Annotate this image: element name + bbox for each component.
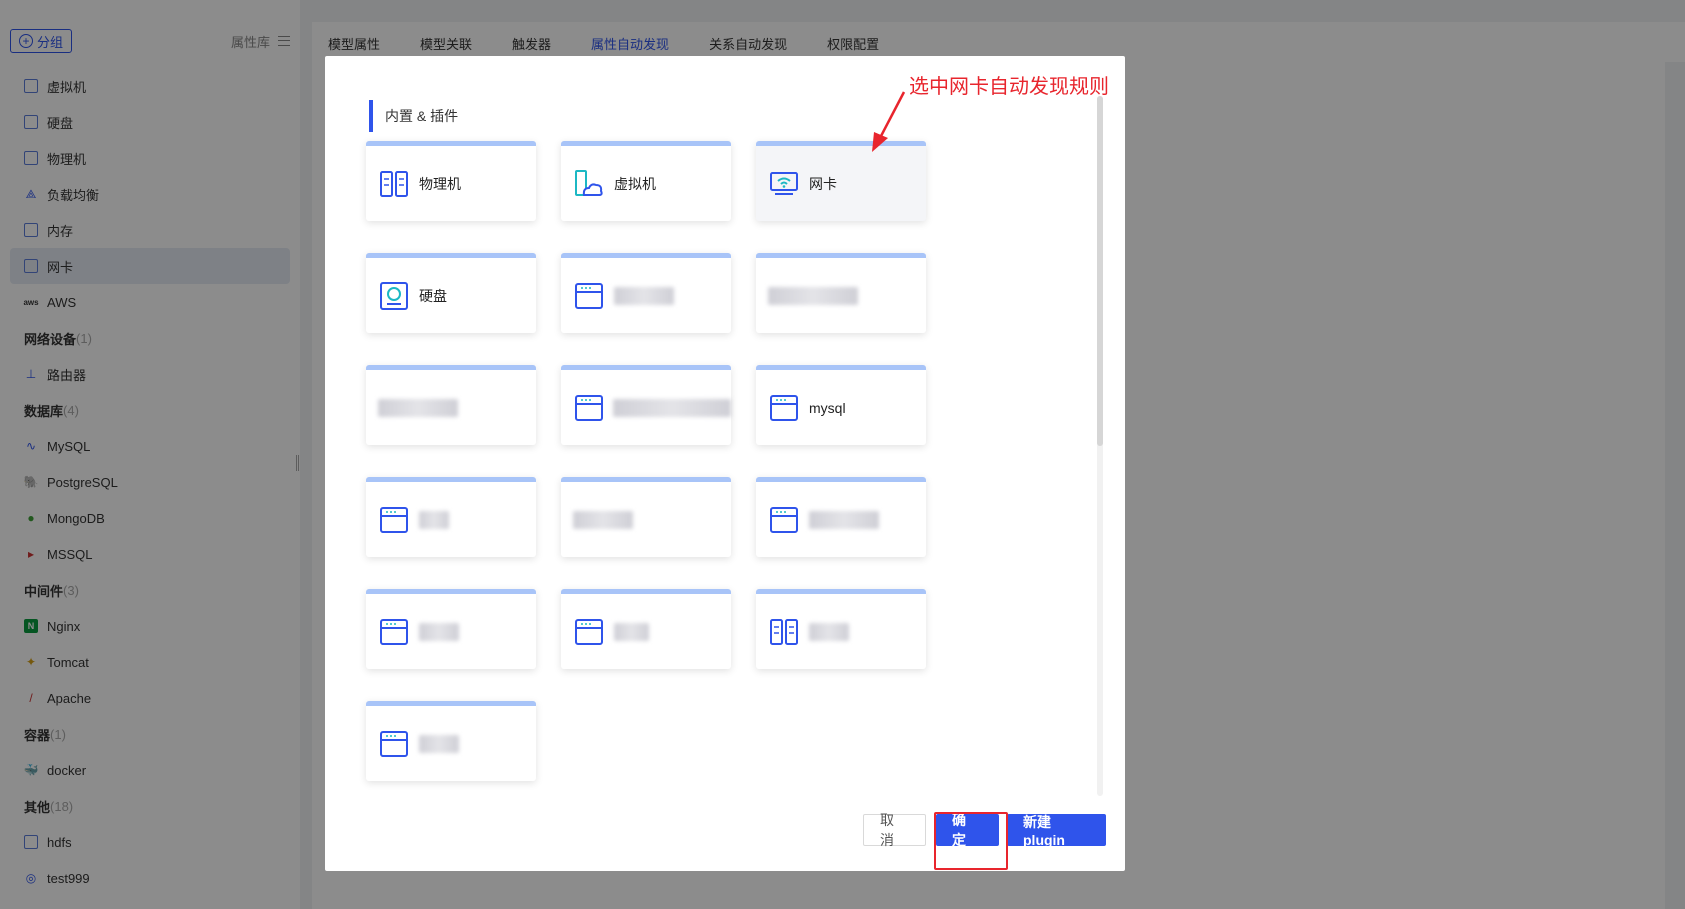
plugin-icon <box>573 280 605 312</box>
redacted-label <box>809 622 849 641</box>
plugin-card[interactable] <box>366 365 536 445</box>
plugin-card[interactable] <box>756 253 926 333</box>
plugin-card[interactable]: 物理机 <box>366 141 536 221</box>
plugin-card[interactable] <box>366 701 536 781</box>
physical-machine-icon <box>378 168 410 200</box>
scrollbar-thumb[interactable] <box>1097 96 1103 446</box>
redacted-label <box>419 510 449 529</box>
modal-body: 内置 & 插件 物理机 虚拟机 网卡硬盘 mysql <box>325 56 1125 798</box>
virtual-machine-icon <box>573 168 605 200</box>
plugin-card-label: 网卡 <box>809 175 837 192</box>
disk-icon <box>378 280 410 312</box>
plugin-card-label: 物理机 <box>419 175 461 192</box>
confirm-highlight-box <box>934 812 1008 870</box>
plugin-icon <box>378 616 410 648</box>
redacted-label <box>378 398 458 417</box>
redacted-label <box>768 286 858 305</box>
autodiscovery-modal: 内置 & 插件 物理机 虚拟机 网卡 硬盘 mysql 取消 确定 新建plugin <box>325 56 1125 871</box>
redacted-label <box>573 510 633 529</box>
section-title: 内置 & 插件 <box>369 100 458 132</box>
plugin-card[interactable] <box>561 365 731 445</box>
redacted-label <box>419 622 459 641</box>
plugin-card[interactable] <box>366 589 536 669</box>
plugin-icon <box>573 392 604 424</box>
annotation-arrow-icon <box>872 91 906 152</box>
plugin-card-label: 虚拟机 <box>614 175 656 192</box>
plugin-card-label: 硬盘 <box>419 287 447 304</box>
physical-machine-icon <box>768 616 800 648</box>
plugin-card[interactable] <box>561 477 731 557</box>
redacted-label <box>613 398 731 417</box>
redacted-label <box>614 286 674 305</box>
annotation-text: 选中网卡自动发现规则 <box>909 74 1109 98</box>
new-plugin-button[interactable]: 新建plugin <box>1007 814 1106 848</box>
plugin-card[interactable]: 虚拟机 <box>561 141 731 221</box>
plugin-card[interactable] <box>561 253 731 333</box>
plugin-card[interactable] <box>366 477 536 557</box>
modal-scrollbar[interactable] <box>1097 96 1103 796</box>
plugin-card-label: mysql <box>809 399 846 416</box>
cancel-button[interactable]: 取消 <box>863 812 926 848</box>
plugin-icon <box>573 616 605 648</box>
redacted-label <box>419 734 459 753</box>
plugin-card[interactable]: 硬盘 <box>366 253 536 333</box>
plugin-card[interactable] <box>756 477 926 557</box>
plugin-card[interactable]: mysql <box>756 365 926 445</box>
plugin-icon <box>768 504 800 536</box>
plugin-icon <box>378 504 410 536</box>
plugin-card[interactable] <box>756 589 926 669</box>
nic-icon <box>768 168 800 200</box>
redacted-label <box>614 622 649 641</box>
plugin-icon <box>378 728 410 760</box>
redacted-label <box>809 510 879 529</box>
plugin-card[interactable] <box>561 589 731 669</box>
plugin-icon <box>768 392 800 424</box>
